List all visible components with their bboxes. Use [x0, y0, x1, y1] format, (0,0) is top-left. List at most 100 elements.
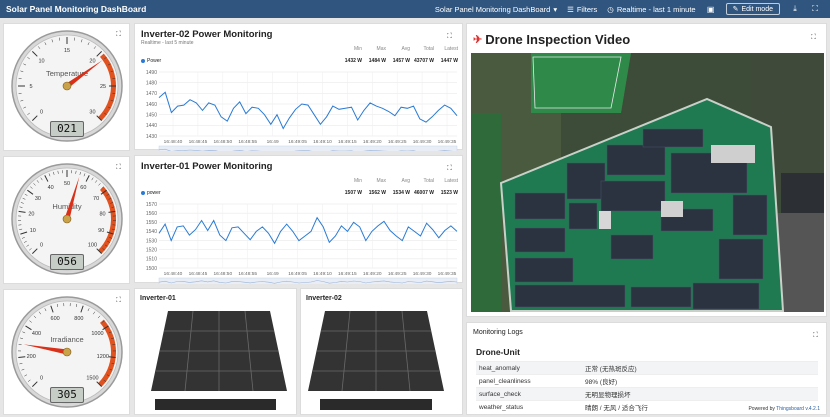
top-bar: Solar Panel Monitoring DashBoard Solar P… [0, 0, 830, 18]
gauge-label: Irradiance [50, 335, 83, 344]
x-tick-label: 16:48:50 [213, 139, 232, 145]
gauge-tick-label: 20 [28, 211, 34, 217]
gauge-tick-label: 70 [93, 196, 99, 202]
x-tick-label: 16:49:15 [338, 271, 357, 277]
x-tick-label: 16:49:25 [388, 271, 407, 277]
pencil-icon: ✎ [732, 6, 739, 13]
x-tick-label: 16:48:55 [238, 139, 257, 145]
gauge-tick-label: 400 [32, 331, 41, 337]
gauge-tick-label: 90 [98, 228, 104, 234]
irradiance-gauge-card: 0 200 400 600 800 1000 1200 1500 Irradiance 305 ⛶ [3, 289, 130, 415]
y-tick-label: 1530 [146, 238, 157, 244]
dashboard-title: Solar Panel Monitoring DashBoard [6, 4, 147, 14]
monitoring-logs-card: Monitoring Logs ⛶ Drone-Unit heat_anomal… [466, 322, 827, 415]
x-tick-label: 16:48:45 [189, 139, 208, 145]
gauge-tick-label: 1000 [91, 331, 103, 337]
x-tick-label: 16:48:40 [164, 271, 183, 277]
gauge-lcd-readout: 021 [50, 121, 84, 137]
x-tick-label: 16:49:25 [388, 139, 407, 145]
table-row: heat_anomaly 正常 (无热斑反应) [476, 361, 818, 375]
x-tick-label: 16:49:35 [438, 271, 457, 277]
x-tick-label: 16:49:10 [313, 139, 332, 145]
series-line [158, 91, 458, 130]
gauge-tick-label: 10 [38, 59, 44, 65]
footer-prefix: Powered by [748, 406, 775, 412]
x-tick-label: 16:49:10 [313, 271, 332, 277]
fullscreen-icon[interactable]: ⛶ [116, 31, 123, 38]
x-tick-label: 16:49:05 [288, 271, 307, 277]
solar-panel-icon [151, 310, 287, 410]
download-icon[interactable]: ⤓ [790, 4, 800, 14]
gauge-tick-label: 200 [27, 354, 36, 360]
dashboard-select[interactable]: Solar Panel Monitoring DashBoard ▾ [435, 5, 557, 14]
log-key: surface_check [476, 387, 582, 401]
x-tick-label: 16:49:30 [413, 271, 432, 277]
inverter-02-chart-card: Inverter-02 Power Monitoring Realtime - … [134, 23, 464, 151]
log-value: 无明显物理损坏 [582, 387, 818, 401]
timewindow-button[interactable]: ◷ Realtime - last 1 minute [607, 5, 695, 14]
x-tick-label: 16:48:40 [164, 139, 183, 145]
log-key: panel_cleanliness [476, 374, 582, 388]
y-tick-label: 1550 [146, 220, 157, 226]
fullscreen-icon[interactable]: ⛶ [116, 297, 123, 304]
footer-brand-link[interactable]: Thingsboard v.4.2.1 [776, 406, 820, 412]
fullscreen-icon[interactable]: ⛶ [811, 34, 818, 41]
y-tick-label: 1510 [146, 257, 157, 263]
drone-title-label: Drone Inspection Video [485, 32, 631, 47]
drone-video-card: ✈ Drone Inspection Video ⛶ [466, 23, 827, 317]
gauge-tick-label: 30 [89, 109, 95, 115]
gauge-hub [62, 81, 72, 91]
line-chart[interactable]: 1570 1560 1550 1540 1530 1520 1510 1500 16:48:40… [135, 156, 464, 284]
solar-panel-icon [308, 310, 444, 410]
y-tick-label: 1460 [146, 102, 157, 108]
filters-label: Filters [576, 4, 598, 14]
drone-icon: ✈ [473, 34, 483, 46]
y-tick-label: 1440 [146, 123, 157, 129]
gauge-tick-label: 0 [40, 109, 43, 115]
drone-video-frame[interactable] [471, 53, 824, 312]
gauge-tick-label: 800 [74, 316, 83, 322]
gauge-tick-label: 10 [30, 228, 36, 234]
gauge-tick-label: 100 [88, 242, 97, 248]
y-tick-label: 1560 [146, 211, 157, 217]
x-tick-label: 16:48:45 [189, 271, 208, 277]
dashboard-select-label: Solar Panel Monitoring DashBoard [434, 4, 551, 14]
temperature-gauge-card: 0 5 10 15 20 25 30 Temperature 021 ⛶ [3, 23, 130, 151]
gauge-tick-label: 40 [48, 185, 54, 191]
y-tick-label: 1430 [146, 134, 157, 140]
gauge-hub [62, 214, 72, 224]
gauge-hub [62, 347, 72, 357]
gauge-tick-label: 5 [29, 84, 32, 90]
y-tick-label: 1500 [146, 266, 157, 272]
fullscreen-icon[interactable]: ⛶ [813, 332, 820, 339]
drone-title: ✈ Drone Inspection Video [473, 32, 630, 47]
log-value: 正常 (无热斑反应) [582, 361, 818, 375]
x-tick-label: 16:49:20 [363, 271, 382, 277]
humidity-gauge-card: 0 10 20 30 40 50 60 70 80 90 100 Humidity 056 ⛶ [3, 156, 130, 284]
x-tick-label: 16:49:05 [288, 139, 307, 145]
y-tick-label: 1520 [146, 248, 157, 254]
gauge-label: Humidity [52, 202, 81, 211]
edit-mode-button[interactable]: ✎ Edit mode [725, 3, 780, 15]
inverter-01-chart-card: Inverter-01 Power Monitoring ⛶ Min 1507 W… [134, 155, 464, 284]
gauge-tick-label: 60 [80, 185, 86, 191]
fullscreen-icon[interactable]: ⛶ [810, 4, 820, 14]
x-tick-label: 16:49 [267, 271, 279, 277]
line-chart[interactable]: 1490 1480 1470 1460 1450 1440 1430 16:48:40 16:4… [135, 24, 464, 151]
filters-button[interactable]: ☰ Filters [567, 5, 597, 14]
gauge-tick-label: 50 [64, 181, 70, 187]
footer: Powered by Thingsboard v.4.2.1 [748, 406, 820, 412]
y-tick-label: 1450 [146, 112, 157, 118]
gauge-tick-label: 0 [40, 242, 43, 248]
x-tick-label: 16:48:50 [213, 271, 232, 277]
log-key: weather_status [476, 400, 582, 413]
fullscreen-icon[interactable]: ⛶ [116, 164, 123, 171]
range-navigator[interactable] [158, 145, 458, 151]
image-export-icon[interactable]: ▣ [706, 4, 716, 14]
x-tick-label: 16:49:30 [413, 139, 432, 145]
caret-down-icon: ▾ [553, 4, 558, 14]
y-tick-label: 1540 [146, 229, 157, 235]
gauge-tick-label: 1200 [97, 354, 109, 360]
y-tick-label: 1490 [146, 70, 157, 76]
gauge-tick-label: 30 [35, 196, 41, 202]
